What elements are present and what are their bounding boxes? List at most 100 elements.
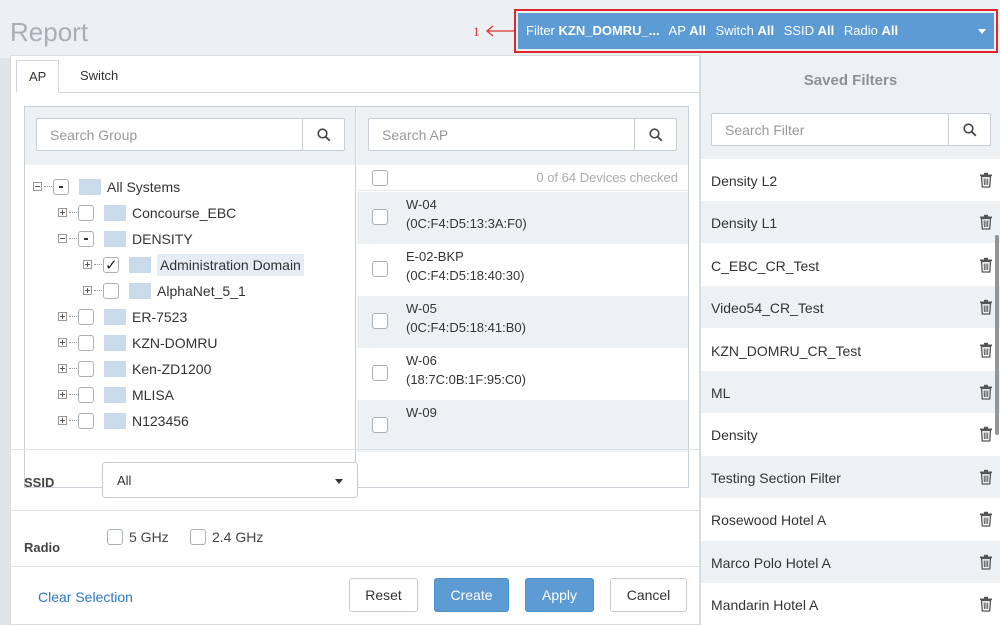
expand-icon[interactable] [58,364,67,373]
ap-item-checkbox[interactable] [372,365,388,381]
tab-switch[interactable]: Switch [68,60,130,93]
ap-item-checkbox[interactable] [372,209,388,225]
trash-icon[interactable] [979,596,993,612]
radio-5ghz-checkbox[interactable] [107,529,123,545]
saved-filter-item[interactable]: Density L2 [701,159,1000,201]
apply-button[interactable]: Apply [525,578,594,612]
ap-search-input[interactable] [369,119,634,150]
tree-item[interactable]: MLISA [25,384,356,406]
filter-bar-highlight: Filter KZN_DOMRU_... AP All Switch All S… [514,9,998,53]
saved-filter-item[interactable]: Density [701,413,1000,455]
tree-item-checkbox[interactable] [53,179,69,195]
saved-filter-item[interactable]: KZN_DOMRU_CR_Test [701,329,1000,371]
saved-filter-item[interactable]: Marco Polo Hotel A [701,540,1000,583]
trash-icon[interactable] [979,554,993,570]
tree-item-checkbox[interactable] [103,255,119,277]
reset-button[interactable]: Reset [349,578,418,612]
trash-icon[interactable] [979,469,993,485]
trash-icon[interactable] [979,257,993,273]
trash-icon[interactable] [979,214,993,231]
expand-icon[interactable] [58,312,67,321]
tree-item-checkbox[interactable] [103,283,119,299]
filter-ssid-value: All [817,23,835,38]
radio-5ghz-option[interactable]: 5 GHz [107,528,187,548]
trash-icon[interactable] [979,426,993,443]
saved-filter-item[interactable]: Density L1 [701,201,1000,244]
clear-selection-link[interactable]: Clear Selection [38,589,133,605]
tree-item-checkbox[interactable] [78,387,94,403]
saved-filter-name: Video54_CR_Test [711,300,824,317]
ap-item-mac: (0C:F4:D5:13:3A:F0) [406,216,527,231]
tree-item[interactable]: Administration Domain [25,254,356,277]
tree-item-checkbox[interactable] [78,205,94,221]
ap-list-item[interactable]: W-05 (0C:F4:D5:18:41:B0) [357,296,688,348]
ap-select-all-row: 0 of 64 Devices checked [357,165,688,191]
expand-icon[interactable] [58,390,67,399]
expand-icon[interactable] [83,286,92,295]
tree-item[interactable]: AlphaNet_5_1 [25,280,356,302]
tab-divider [16,92,699,93]
saved-filters-header: Saved Filters [701,55,1000,103]
expand-icon[interactable] [58,416,67,425]
tree-item[interactable]: N123456 [25,410,356,432]
filter-summary-button[interactable]: Filter KZN_DOMRU_... AP All Switch All S… [518,13,994,49]
ap-item-checkbox[interactable] [372,261,388,277]
ap-list-item[interactable]: W-09 [357,400,688,452]
ap-item-checkbox[interactable] [372,313,388,329]
expand-icon[interactable] [58,338,67,347]
radio-24ghz-option[interactable]: 2.4 GHz [190,528,280,548]
ap-search-button[interactable] [634,119,676,150]
expand-icon[interactable] [83,260,92,269]
group-search-bar [25,107,355,165]
tab-ap[interactable]: AP [16,60,60,93]
saved-filter-item[interactable]: Video54_CR_Test [701,286,1000,329]
tree-item-checkbox[interactable] [78,335,94,351]
filter-editor-panel: AP Switch All Systems Concourse_EBC DENSIT… [10,55,700,625]
radio-24ghz-checkbox[interactable] [190,529,206,545]
saved-filter-item[interactable]: Mandarin Hotel A [701,583,1000,625]
filter-ap-label: AP [668,23,686,38]
trash-icon[interactable] [979,172,993,188]
trash-icon[interactable] [979,384,993,400]
saved-filter-item[interactable]: Rosewood Hotel A [701,498,1000,540]
tree-item-checkbox[interactable] [78,309,94,325]
group-search-input[interactable] [37,119,302,150]
tree-item-label: KZN-DOMRU [132,335,218,351]
saved-filters-panel: Saved Filters Density L2 Density L1 C_EBC_… [700,55,1000,625]
collapse-icon[interactable] [33,182,42,191]
ssid-select[interactable]: All [102,462,358,498]
ap-list-item[interactable]: W-04 (0C:F4:D5:13:3A:F0) [357,192,688,244]
saved-filter-search-button[interactable] [948,114,990,145]
tree-item-checkbox[interactable] [78,413,94,429]
tree-item[interactable]: Concourse_EBC [25,202,356,224]
tree-item[interactable]: KZN-DOMRU [25,332,356,354]
saved-filter-search-input[interactable] [712,114,948,145]
saved-filter-item[interactable]: Testing Section Filter [701,455,1000,498]
tree-item[interactable]: All Systems [25,176,356,198]
folder-icon [104,309,126,325]
trash-icon[interactable] [979,299,993,315]
saved-filter-search-bar [701,103,1000,159]
cancel-button[interactable]: Cancel [610,578,687,612]
tree-item-checkbox[interactable] [78,231,94,247]
saved-filters-scrollbar[interactable] [995,235,999,435]
saved-filter-name: KZN_DOMRU_CR_Test [711,342,862,359]
ap-select-all-checkbox[interactable] [372,170,388,186]
ap-list-item[interactable]: E-02-BKP (0C:F4:D5:18:40:30) [357,244,688,296]
expand-icon[interactable] [58,208,67,217]
trash-icon[interactable] [979,342,993,358]
trash-icon[interactable] [979,511,993,527]
create-button[interactable]: Create [434,578,509,612]
tree-item[interactable]: ER-7523 [25,306,356,328]
tree-item[interactable]: Ken-ZD1200 [25,358,356,380]
tree-item-checkbox[interactable] [78,361,94,377]
saved-filter-name: Testing Section Filter [711,469,841,486]
group-search-button[interactable] [302,119,344,150]
saved-filter-item[interactable]: ML [701,371,1000,413]
ap-list-item[interactable]: W-06 (18:7C:0B:1F:95:C0) [357,348,688,400]
collapse-icon[interactable] [58,234,67,243]
tree-item[interactable]: DENSITY [25,228,356,250]
selection-area: All Systems Concourse_EBC DENSITY Administr… [24,106,689,488]
ap-item-checkbox[interactable] [372,417,388,433]
saved-filter-item[interactable]: C_EBC_CR_Test [701,244,1000,286]
